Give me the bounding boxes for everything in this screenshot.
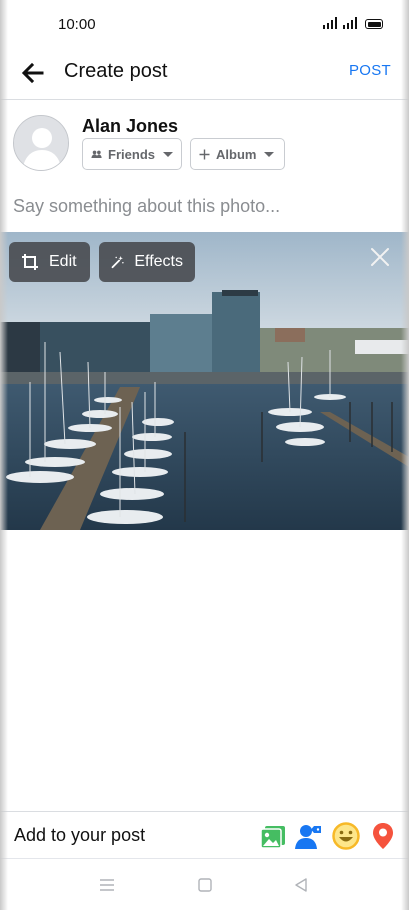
back-arrow-icon[interactable]	[20, 60, 46, 86]
edit-photo-button[interactable]: Edit	[9, 242, 90, 282]
author-row: Alan Jones Friends Album	[0, 100, 409, 180]
app-header: Create post POST	[0, 50, 409, 100]
crop-icon	[22, 254, 38, 270]
friends-icon	[91, 150, 102, 158]
status-time: 10:00	[58, 16, 96, 33]
feeling-icon[interactable]	[331, 821, 361, 851]
chevron-down-icon	[163, 151, 173, 157]
system-nav-bar	[0, 860, 409, 910]
default-avatar-icon	[14, 116, 68, 170]
audience-label: Friends	[108, 146, 155, 162]
author-name: Alan Jones	[82, 116, 179, 136]
effects-button[interactable]: Effects	[99, 242, 195, 282]
audience-selector[interactable]: Friends	[82, 138, 182, 170]
attached-photo[interactable]: Edit Effects	[0, 232, 409, 530]
signal-icon	[323, 17, 337, 29]
tag-people-icon[interactable]	[294, 821, 324, 851]
post-button[interactable]: POST	[349, 62, 391, 79]
location-icon[interactable]	[368, 821, 398, 851]
close-icon[interactable]	[369, 246, 391, 268]
edit-label: Edit	[49, 253, 77, 270]
home-icon[interactable]	[196, 876, 214, 894]
status-bar: 10:00	[0, 0, 409, 50]
battery-icon	[365, 19, 383, 29]
avatar[interactable]	[13, 115, 69, 171]
signal-icon	[343, 17, 357, 29]
chevron-down-icon	[264, 151, 275, 157]
back-triangle-icon[interactable]	[292, 876, 310, 894]
status-icons	[323, 17, 383, 29]
plus-icon	[199, 149, 210, 159]
menu-icon[interactable]	[98, 876, 116, 894]
photo-icon[interactable]	[258, 821, 288, 851]
page-title: Create post	[64, 60, 168, 82]
add-to-post-label: Add to your post	[14, 825, 146, 845]
caption-input[interactable]	[13, 190, 393, 222]
album-selector[interactable]: Album	[190, 138, 285, 170]
magic-wand-icon	[111, 256, 124, 269]
effects-label: Effects	[134, 253, 183, 270]
add-to-post-bar[interactable]: Add to your post	[0, 811, 409, 859]
album-label: Album	[216, 146, 257, 162]
